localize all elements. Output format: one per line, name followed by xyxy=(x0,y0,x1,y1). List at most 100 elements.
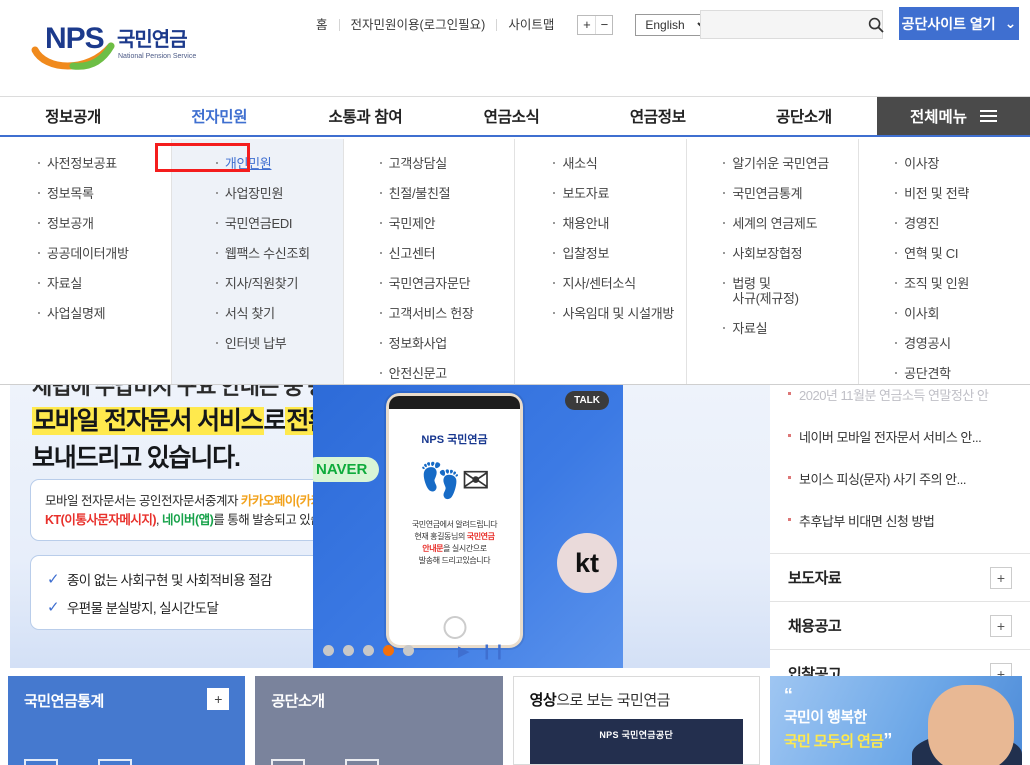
carousel-dot-1[interactable] xyxy=(323,645,334,656)
notice-item-1[interactable]: 네이버 모바일 전자문서 서비스 안... xyxy=(788,427,1012,446)
svg-text:National Pension Service: National Pension Service xyxy=(118,53,196,60)
mega-column-about: 이사장 비전 및 전략 경영진 연혁 및 CI 조직 및 인원 이사회 경영공시… xyxy=(859,139,1030,384)
accordion-recruitment[interactable]: 채용공고 + xyxy=(770,601,1030,649)
mega-item-3-2[interactable]: 채용안내 xyxy=(553,216,686,231)
mega-item-5-7[interactable]: 공단견학 xyxy=(895,366,1030,381)
mega-item-3-1[interactable]: 보도자료 xyxy=(553,186,686,201)
mega-item-4-4[interactable]: 법령 및 사규(제규정) xyxy=(723,276,858,306)
mega-item-label: 인터넷 납부 xyxy=(224,336,287,351)
banner-card1-naver: 네이버(앱) xyxy=(161,513,214,527)
mega-item-5-3[interactable]: 연혁 및 CI xyxy=(895,246,1030,261)
mega-item-4-0[interactable]: 알기쉬운 국민연금 xyxy=(723,156,858,171)
main-navigation: 정보공개 전자민원 소통과 참여 연금소식 연금정보 공단소개 전체메뉴 xyxy=(0,97,1030,137)
nav-item-4[interactable]: 연금정보 xyxy=(585,97,731,135)
font-increase-button[interactable]: + xyxy=(578,16,596,34)
nav-item-3[interactable]: 연금소식 xyxy=(439,97,585,135)
mega-item-1-5[interactable]: 서식 찾기 xyxy=(215,306,343,321)
mega-item-0-4[interactable]: 자료실 xyxy=(38,276,171,291)
all-menu-button[interactable]: 전체메뉴 xyxy=(877,97,1030,135)
phone-message-l1: 국민연금에서 알려드립니다 xyxy=(411,520,498,529)
search-button[interactable] xyxy=(868,11,884,38)
mega-item-0-5[interactable]: 사업실명제 xyxy=(38,306,171,321)
phone-home-button xyxy=(443,616,466,639)
hamburger-icon xyxy=(980,110,998,122)
mega-item-4-1[interactable]: 국민연금통계 xyxy=(723,186,858,201)
video-thumbnail[interactable]: NPS 국민연금공단 xyxy=(529,719,743,764)
open-site-button[interactable]: 공단사이트 열기 ⌄ xyxy=(899,7,1019,40)
mega-item-2-3[interactable]: 신고센터 xyxy=(379,246,515,261)
mega-item-4-2[interactable]: 세계의 연금제도 xyxy=(723,216,858,231)
font-size-controls: + − xyxy=(577,15,614,35)
mega-item-personal-civil-affairs[interactable]: 개인민원 xyxy=(215,156,343,171)
phone-message-l2-hl: 국민연금 xyxy=(466,532,495,541)
mega-item-0-0[interactable]: 사전정보공표 xyxy=(38,156,171,171)
card-chairman[interactable]: “ 국민이 행복한 국민 모두의 연금” xyxy=(769,676,1022,765)
nav-item-0[interactable]: 정보공개 xyxy=(0,97,146,135)
mega-item-0-2[interactable]: 정보공개 xyxy=(38,216,171,231)
mega-item-label: 사회보장협정 xyxy=(732,246,803,261)
mega-item-0-1[interactable]: 정보목록 xyxy=(38,186,171,201)
play-icon[interactable]: ▶ xyxy=(458,642,470,660)
util-link-eservice[interactable]: 전자민원이용(로그인필요) xyxy=(340,15,497,35)
card-statistics[interactable]: 국민연금통계 + xyxy=(8,676,246,765)
mega-item-2-1[interactable]: 친절/불친절 xyxy=(379,186,515,201)
card-about[interactable]: 공단소개 xyxy=(255,676,503,765)
notice-item-3[interactable]: 추후납부 비대면 신청 방법 xyxy=(788,511,1012,530)
mega-item-0-3[interactable]: 공공데이터개방 xyxy=(38,246,171,261)
mega-item-label: 채용안내 xyxy=(562,216,610,231)
accordion-press-release[interactable]: 보도자료 + xyxy=(770,553,1030,601)
carousel-dot-3[interactable] xyxy=(363,645,374,656)
pause-icon[interactable]: ❙❙ xyxy=(481,642,506,660)
mega-item-5-6[interactable]: 경영공시 xyxy=(895,336,1030,351)
mega-item-label: 안전신문고 xyxy=(388,366,448,381)
mega-item-label: 지사/직원찾기 xyxy=(224,276,299,291)
mega-item-5-4[interactable]: 조직 및 인원 xyxy=(895,276,1030,291)
mega-item-3-5[interactable]: 사옥임대 및 시설개방 xyxy=(553,306,686,321)
mega-item-2-7[interactable]: 안전신문고 xyxy=(379,366,515,381)
notice-item-0[interactable]: 2020년 11월분 연금소득 연말정산 안 xyxy=(788,385,1012,404)
carousel-dot-4[interactable] xyxy=(383,645,394,656)
phone-message-l3-hl: 안내문 xyxy=(422,544,444,553)
mega-item-4-5[interactable]: 자료실 xyxy=(723,321,858,336)
mega-item-4-3[interactable]: 사회보장협정 xyxy=(723,246,858,261)
mega-item-1-4[interactable]: 지사/직원찾기 xyxy=(215,276,343,291)
nav-item-2[interactable]: 소통과 참여 xyxy=(292,97,438,135)
mega-item-1-6[interactable]: 인터넷 납부 xyxy=(215,336,343,351)
plus-icon[interactable]: + xyxy=(207,688,230,710)
mega-item-1-3[interactable]: 웹팩스 수신조회 xyxy=(215,246,343,261)
util-link-home[interactable]: 홈 xyxy=(305,15,339,35)
plus-icon[interactable]: + xyxy=(990,614,1012,637)
plus-icon[interactable]: + xyxy=(990,566,1012,589)
mega-item-3-3[interactable]: 입찰정보 xyxy=(553,246,686,261)
mega-item-5-2[interactable]: 경영진 xyxy=(895,216,1030,231)
mega-item-5-0[interactable]: 이사장 xyxy=(895,156,1030,171)
font-decrease-button[interactable]: − xyxy=(595,16,613,34)
mega-item-label: 개인민원 xyxy=(224,156,272,171)
util-link-sitemap[interactable]: 사이트맵 xyxy=(497,15,565,35)
mega-item-2-5[interactable]: 고객서비스 헌장 xyxy=(379,306,515,321)
search-input[interactable] xyxy=(701,17,868,32)
mega-item-5-5[interactable]: 이사회 xyxy=(895,306,1030,321)
mega-item-label: 경영공시 xyxy=(904,336,951,351)
banner-headline-line2: 보내드리고 있습니다. xyxy=(32,444,241,472)
carousel-dot-2[interactable] xyxy=(343,645,354,656)
mega-item-2-6[interactable]: 정보화사업 xyxy=(379,336,515,351)
mega-item-3-4[interactable]: 지사/센터소식 xyxy=(553,276,686,291)
nps-logo[interactable]: NPS 국민연금 National Pension Service xyxy=(27,18,207,70)
card-video[interactable]: 영상으로 보는 국민연금 NPS 국민연금공단 xyxy=(512,676,760,765)
mega-item-2-2[interactable]: 국민제안 xyxy=(379,216,515,231)
carousel-dot-5[interactable] xyxy=(403,645,414,656)
notice-item-2[interactable]: 보이스 피싱(문자) 사기 주의 안... xyxy=(788,469,1012,488)
nav-item-5[interactable]: 공단소개 xyxy=(731,97,877,135)
all-menu-label: 전체메뉴 xyxy=(910,109,968,126)
mega-item-1-2[interactable]: 국민연금EDI xyxy=(215,216,343,231)
nav-item-1[interactable]: 전자민원 xyxy=(146,97,292,135)
mega-item-5-1[interactable]: 비전 및 전략 xyxy=(895,186,1030,201)
mega-item-3-0[interactable]: 새소식 xyxy=(553,156,686,171)
mega-item-2-4[interactable]: 국민연금자문단 xyxy=(379,276,515,291)
mega-item-label: 고객서비스 헌장 xyxy=(388,306,474,321)
mega-item-2-0[interactable]: 고객상담실 xyxy=(379,156,515,171)
phone-status-bar xyxy=(389,396,520,409)
mega-item-1-1[interactable]: 사업장민원 xyxy=(215,186,343,201)
mega-list: 개인민원 사업장민원 국민연금EDI 웹팩스 수신조회 지사/직원찾기 서식 찾… xyxy=(172,156,343,351)
